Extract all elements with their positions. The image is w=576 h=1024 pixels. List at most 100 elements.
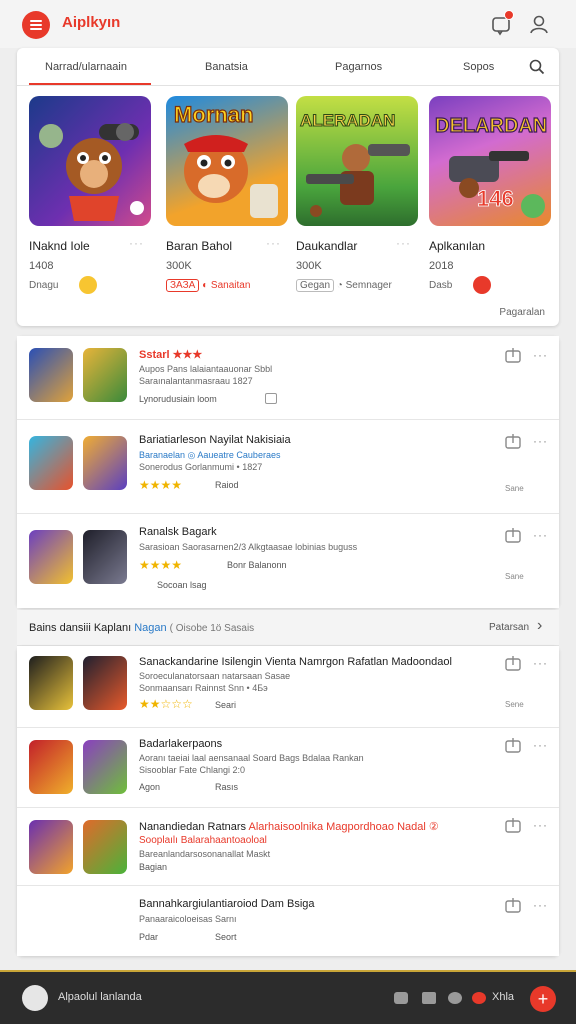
bottom-bar: Alpaolul lanlanda Xhla + — [0, 970, 576, 1024]
chevron-right-icon[interactable]: › — [537, 617, 542, 635]
item-meta: Seort — [215, 932, 237, 942]
bottom-label: Alpaolul lanlanda — [58, 991, 142, 1003]
game-name: Daukandlar — [296, 239, 358, 253]
more-icon[interactable]: ··· — [533, 434, 548, 448]
item-title: Nanandiedan Ratnars Alarhaisoolnika Magp… — [139, 821, 439, 833]
section-header[interactable]: Bains dansiii Kaplanı Nagan ( Oisobe 1ö … — [17, 610, 559, 646]
item-meta: Raiod — [215, 480, 239, 490]
game-icon — [29, 740, 73, 794]
list-item[interactable]: Ranalsk Bagark Sarasioan Saorasarnen2/3 … — [17, 514, 559, 608]
list-item[interactable]: Sstarl ★★★ Aupos Pans lalaiantaauonar Sb… — [17, 336, 559, 420]
game-icon — [83, 656, 127, 710]
game-name: Baran Bahol — [166, 239, 233, 253]
game-icon — [83, 820, 127, 874]
share-icon[interactable] — [504, 654, 522, 672]
list-item[interactable]: Sanackandarine Isilengin Vienta Namrgon … — [17, 646, 559, 728]
featured-game-1[interactable]: INaknd Iole ··· 1408 Dnagu — [29, 96, 151, 294]
item-desc: Aupos Pans lalaiantaauonar Sbbl — [139, 364, 273, 374]
item-desc: Aoranı taeiai laal aensanaal Soard Bags … — [139, 753, 364, 763]
tab-featured[interactable]: Narrad/ularnaain — [45, 61, 127, 73]
featured-game-2[interactable]: Mornan Baran Bahol ··· 300K ЗАЗА ◐ Sanai… — [166, 96, 288, 292]
section-link[interactable]: Patarsan — [489, 622, 529, 633]
top-app-bar: Aiplkyın — [0, 0, 576, 48]
item-title: Sanackandarine Isilengin Vienta Namrgon … — [139, 656, 452, 668]
gear-icon[interactable] — [448, 992, 462, 1004]
list-item[interactable]: Badarlakerpaons Aoranı taeiai laal aensa… — [17, 728, 559, 808]
item-meta: Bonr Balanonn — [227, 560, 287, 570]
tab-sopos[interactable]: Sopos — [463, 61, 494, 73]
hammer-icon[interactable] — [422, 992, 436, 1004]
search-icon[interactable] — [529, 59, 545, 75]
tab-bar: Narrad/ularnaain Banatsia Pagarnos Sopos — [17, 48, 559, 86]
item-meta: Lynorudusiain loom — [139, 394, 217, 404]
game-icon — [29, 348, 73, 402]
more-icon[interactable]: ··· — [533, 656, 548, 670]
item-desc: Panaaraicoloeisas Sarnı — [139, 914, 237, 924]
art-title: Mornan — [174, 102, 253, 127]
item-size: Sene — [505, 700, 524, 709]
share-icon[interactable] — [504, 816, 522, 834]
item-title: Ranalsk Bagark — [139, 526, 217, 538]
more-icon[interactable]: ··· — [533, 818, 548, 832]
star-rating: ★★★★ — [139, 478, 183, 492]
game-tag: ЗАЗА ◐ Sanaitan — [166, 279, 250, 292]
app-title: Aiplkyın — [62, 14, 121, 31]
item-title: Bariatiarleson Nayilat Nakisiaia — [139, 434, 291, 446]
tab-pagarnos[interactable]: Pagarnos — [335, 61, 382, 73]
more-icon[interactable]: ··· — [396, 236, 411, 250]
section-title: Bains dansiii Kaplanı Nagan ( Oisobe 1ö … — [29, 622, 255, 634]
item-meta: Seari — [215, 700, 237, 710]
item-meta: Agon — [139, 782, 161, 792]
game-icon — [29, 436, 73, 490]
list-item[interactable]: Bannahkargiulantiaroiod Dam Bsiga Panaar… — [17, 886, 559, 956]
active-tab-indicator — [29, 83, 151, 85]
item-meta: Pdar — [139, 932, 159, 942]
user-icon[interactable] — [528, 13, 550, 35]
list-item[interactable]: Bariatiarleson Nayilat Nakisiaia Baranae… — [17, 420, 559, 514]
more-icon[interactable]: ··· — [129, 236, 144, 250]
game-tag: Dasb — [429, 280, 453, 291]
item-title: Badarlakerpaons — [139, 738, 223, 750]
game-downloads: 1408 — [29, 260, 54, 272]
item-meta: Rasıs — [215, 782, 239, 792]
item-desc: Sisooblar Fate Chlangi 2:0 — [139, 765, 246, 775]
see-all-link[interactable]: Pagaralan — [499, 307, 545, 318]
item-size: Sane — [505, 572, 524, 581]
share-icon[interactable] — [504, 432, 522, 450]
notification-icon[interactable] — [490, 10, 514, 36]
game-artwork: Mornan — [166, 96, 288, 226]
share-icon[interactable] — [504, 346, 522, 364]
tab-banatsia[interactable]: Banatsia — [205, 61, 248, 73]
art-title: ALERADAN — [300, 111, 395, 130]
game-name: INaknd Iole — [29, 239, 90, 253]
share-icon[interactable] — [504, 896, 522, 914]
game-tag: Dnagu — [29, 280, 59, 291]
game-icon — [83, 740, 127, 794]
heart-icon[interactable] — [472, 992, 486, 1004]
game-icon — [29, 820, 73, 874]
featured-game-3[interactable]: ALERADAN Daukandlar ··· 300K Gegan ◔ Sem… — [296, 96, 418, 292]
game-icon — [29, 656, 73, 710]
list-item[interactable]: Nanandiedan Ratnars Alarhaisoolnika Magp… — [17, 808, 559, 886]
menu-icon[interactable] — [22, 11, 50, 39]
art-title: DELARDAN — [435, 115, 547, 137]
more-icon[interactable]: ··· — [533, 528, 548, 542]
more-icon[interactable]: ··· — [533, 738, 548, 752]
featured-game-4[interactable]: DELARDAN 146 Aplkanılan 2018 Dasb — [429, 96, 551, 294]
game-list-b: Sanackandarine Isilengin Vienta Namrgon … — [17, 646, 559, 956]
game-icon — [83, 530, 127, 584]
item-desc: Sarasioan Saorasarnen2/3 Alkgtaasae lobi… — [139, 542, 358, 552]
item-desc: Baranaelan ◎ Aaueatre Cauberaes — [139, 450, 281, 460]
add-button[interactable]: + — [530, 986, 556, 1012]
item-title: Bannahkargiulantiaroiod Dam Bsiga — [139, 898, 315, 910]
more-icon[interactable]: ··· — [533, 348, 548, 362]
share-icon[interactable] — [504, 526, 522, 544]
share-icon[interactable] — [504, 736, 522, 754]
tag-pill: Gegan — [296, 279, 335, 292]
game-artwork: DELARDAN 146 — [429, 96, 551, 226]
more-icon[interactable]: ··· — [266, 236, 281, 250]
game-downloads: 300K — [296, 260, 322, 272]
gamepad-icon[interactable] — [394, 992, 408, 1004]
app-icon[interactable] — [22, 985, 48, 1011]
more-icon[interactable]: ··· — [533, 898, 548, 912]
